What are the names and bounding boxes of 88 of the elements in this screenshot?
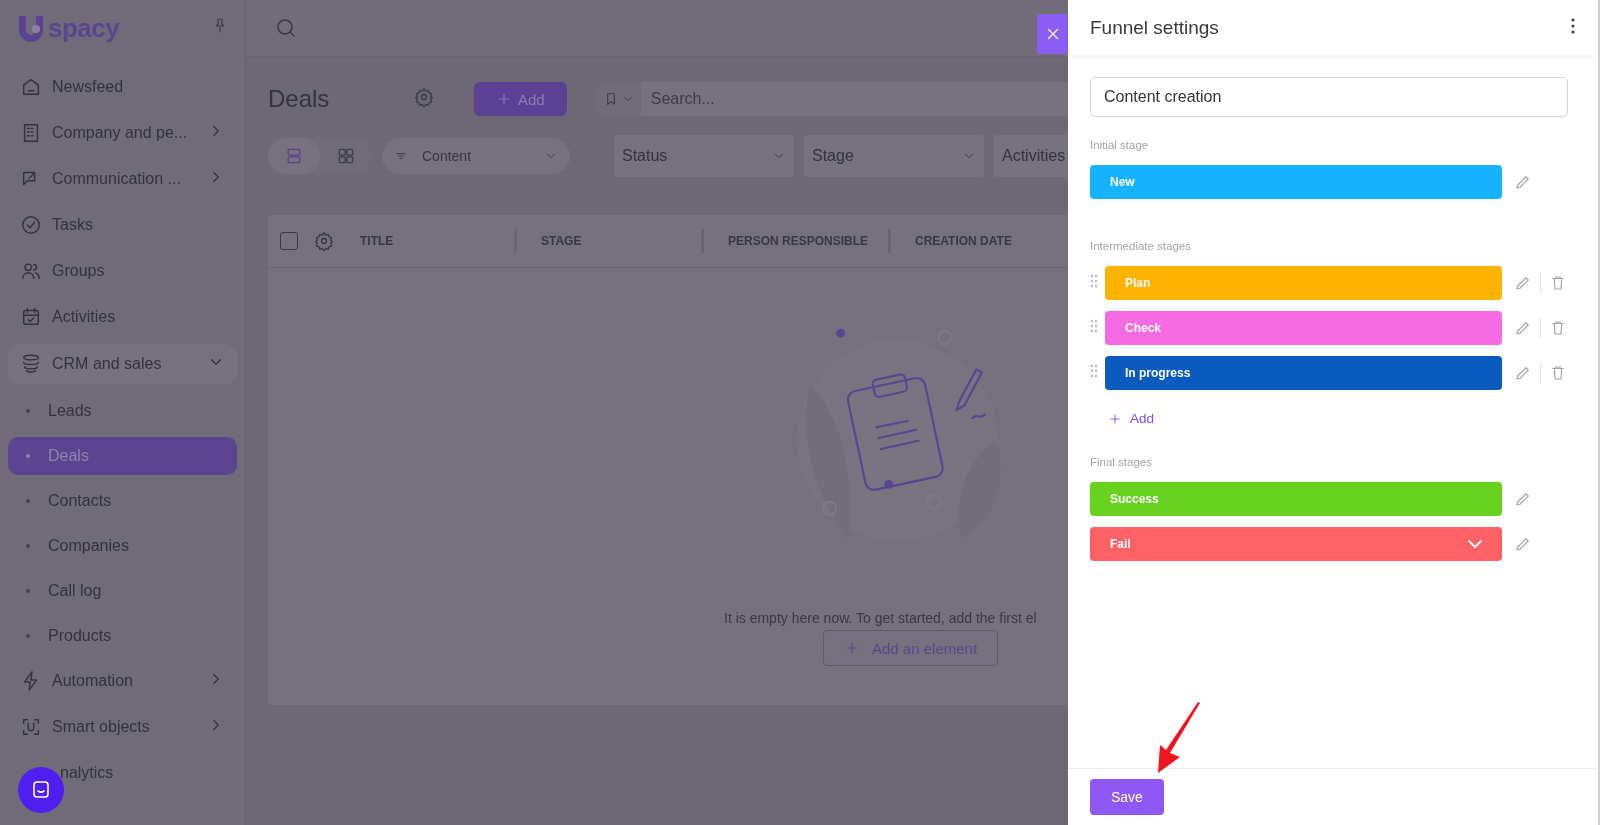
drag-handle-icon[interactable] (1090, 319, 1098, 333)
sidebar-subitem[interactable]: Call log (8, 571, 237, 610)
stage-name: Fail (1110, 537, 1131, 551)
sidebar-item[interactable]: Company and pe... (8, 110, 237, 156)
section-label: Initial stage (1090, 139, 1150, 151)
panel-title: Funnel settings (1090, 16, 1219, 39)
sidebar-subitem[interactable]: Contacts (8, 481, 237, 520)
view-toggle[interactable] (268, 138, 320, 174)
sidebar-item-label: nalytics (60, 764, 114, 782)
column-header[interactable]: PERSON RESPONSIBLE (701, 229, 888, 253)
check-circle-icon (20, 214, 42, 236)
calendar-icon (20, 306, 42, 328)
funnel-select[interactable]: Content (382, 138, 570, 174)
pencil-icon (1514, 364, 1532, 382)
pencil-icon (1514, 173, 1532, 191)
sidebar-item[interactable]: CRM and sales (8, 344, 237, 384)
sidebar-item-label: Tasks (52, 216, 93, 234)
settings-icon (314, 231, 334, 251)
column-header[interactable]: CREATION DATE (888, 229, 1012, 253)
section-label: Intermediate stages (1090, 240, 1192, 252)
pencil-icon (1514, 490, 1532, 508)
stage-bar[interactable]: In progress (1105, 356, 1502, 390)
plus-icon (1108, 411, 1122, 426)
sidebar-item-label: Activities (52, 308, 116, 326)
close-button[interactable] (1037, 14, 1068, 54)
trash-icon (1549, 274, 1567, 292)
stage-bar[interactable]: Success (1090, 482, 1502, 516)
filter-select[interactable]: Status (614, 135, 794, 177)
sidebar-item[interactable]: nalytics (8, 750, 237, 796)
home-icon (20, 76, 42, 98)
stage-name: Success (1110, 492, 1159, 506)
sidebar-item-label: Communication ... (52, 170, 181, 188)
sidebar-subitem[interactable]: Products (8, 616, 237, 655)
annotation-arrow (1156, 701, 1202, 773)
add-button[interactable]: Add (474, 82, 567, 116)
filter-select[interactable]: Stage (804, 135, 984, 177)
filter-select[interactable]: Activities (994, 135, 1068, 177)
sidebar-item-label: Newsfeed (52, 78, 124, 96)
sidebar-subitem[interactable]: Deals (8, 436, 237, 475)
checkbox[interactable] (280, 232, 298, 250)
empty-message: It is empty here now. To get started, add the first el (724, 610, 1037, 626)
more-icon[interactable] (1570, 16, 1576, 35)
settings-icon (414, 87, 434, 107)
plus-icon (496, 91, 512, 107)
add-stage-button[interactable]: Add (1108, 411, 1155, 426)
drag-handle-icon[interactable] (1090, 274, 1098, 288)
stage-bar[interactable]: New (1090, 165, 1502, 199)
stage-name: Plan (1125, 276, 1151, 290)
stage-name: New (1110, 175, 1135, 189)
trash-icon (1549, 319, 1567, 337)
list-view-icon (284, 146, 304, 166)
column-header[interactable]: TITLE (334, 229, 514, 253)
save-button[interactable]: Save (1090, 779, 1164, 815)
sidebar-item[interactable]: Smart objects (8, 704, 237, 750)
funnel-name-field[interactable]: Content creation (1090, 77, 1568, 117)
pencil-icon (1514, 535, 1532, 553)
sidebar-item[interactable]: Newsfeed (8, 64, 237, 110)
people-icon (20, 260, 42, 282)
sidebar-item[interactable]: Activities (8, 294, 237, 340)
database-icon (20, 353, 42, 375)
sidebar-item-label: Groups (52, 262, 105, 280)
scan-frame-icon (20, 716, 42, 738)
sidebar-item[interactable]: Groups (8, 248, 237, 294)
stage-bar[interactable]: Check (1105, 311, 1502, 345)
sidebar-item[interactable]: Tasks (8, 202, 237, 248)
sidebar-item-label: Automation (52, 672, 133, 690)
sidebar-subitem[interactable]: Leads (8, 391, 237, 430)
grid-view-icon (336, 146, 356, 166)
stage-bar[interactable]: Plan (1105, 266, 1502, 300)
column-header[interactable]: STAGE (514, 229, 701, 253)
pencil-icon (1514, 319, 1532, 337)
trash-icon (1549, 364, 1567, 382)
pencil-icon (1514, 274, 1532, 292)
section-label: Final stages (1090, 456, 1153, 468)
stage-name: In progress (1125, 366, 1191, 380)
stage-bar[interactable]: Fail (1090, 527, 1502, 561)
logo-mark-icon (16, 13, 46, 43)
sidebar-subitem[interactable]: Companies (8, 526, 237, 565)
page-title: Deals (268, 85, 331, 113)
plus-icon (844, 640, 860, 656)
sidebar-item-label: Smart objects (52, 718, 150, 736)
sidebar-item[interactable]: Communication ... (8, 156, 237, 202)
sidebar-item[interactable]: Automation (8, 658, 237, 704)
search-icon (274, 16, 298, 40)
sidebar-item-label: CRM and sales (52, 355, 162, 373)
sidebar-item-label: Company and pe... (52, 124, 188, 142)
stage-name: Check (1125, 321, 1162, 335)
drag-handle-icon[interactable] (1090, 364, 1098, 378)
